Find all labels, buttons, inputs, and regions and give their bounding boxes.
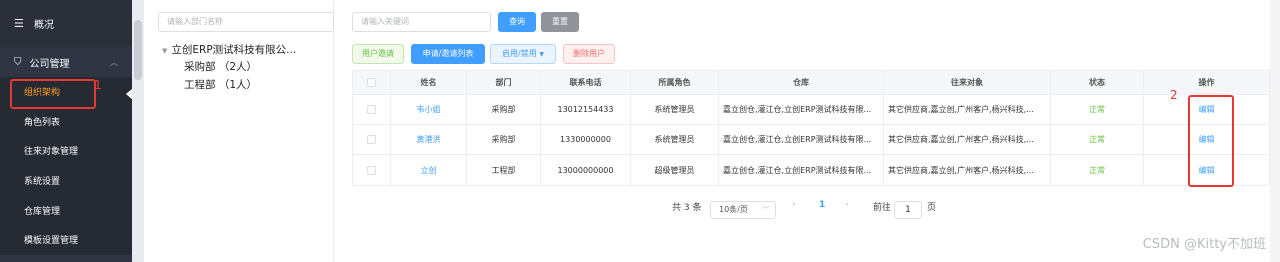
cell-name-link[interactable]: 立创 xyxy=(391,155,467,185)
cell-role: 系统管理员 xyxy=(631,95,719,124)
cell-name-link[interactable]: 黄港洪 xyxy=(391,125,467,154)
sidebar-item-warehouse[interactable]: 仓库管理 xyxy=(0,195,132,225)
tree-node-root[interactable]: ▼ 立创ERP测试科技有限公... xyxy=(162,42,296,57)
cell-partner: 其它供应商,嘉立创,广州客户,杨兴科技,... xyxy=(884,95,1051,124)
row-checkbox[interactable] xyxy=(367,105,376,114)
table-row: 立创 工程部 13000000000 超级管理员 嘉立创仓,灌江仓,立创ERP测… xyxy=(353,155,1269,185)
sidebar-item-label: 角色列表 xyxy=(24,117,61,128)
row-select-cell[interactable] xyxy=(353,95,391,124)
table-row: 韦小姐 采购部 13012154433 系统管理员 嘉立创仓,灌江仓,立创ERP… xyxy=(353,95,1269,125)
goto-suffix: 页 xyxy=(927,203,937,213)
caret-down-icon: ▼ xyxy=(539,51,544,58)
watermark: CSDN @Kitty不加班 xyxy=(1142,237,1266,252)
enable-disable-dropdown[interactable]: 启用/禁用 ▼ xyxy=(490,44,556,64)
sidebar-item-partners[interactable]: 往来对象管理 xyxy=(0,136,132,166)
sidebar-item-overview[interactable]: ☰ 概况 xyxy=(0,0,132,47)
header-name: 姓名 xyxy=(391,71,467,94)
main-content: 请输入部门名称 ▼ 立创ERP测试科技有限公... 采购部 （2人） 工程部 （1… xyxy=(144,0,1280,262)
department-search-input[interactable]: 请输入部门名称 xyxy=(158,12,334,32)
cell-warehouse: 嘉立创仓,灌江仓,立创ERP测试科技有限... xyxy=(719,155,884,185)
caret-down-icon: ▼ xyxy=(162,47,168,55)
group-label: 公司管理 xyxy=(29,58,70,70)
sidebar-group-company[interactable]: ⛉ 公司管理 ︿ xyxy=(0,47,132,77)
department-tree-panel: 请输入部门名称 ▼ 立创ERP测试科技有限公... 采购部 （2人） 工程部 （1… xyxy=(144,0,334,262)
cell-partner: 其它供应商,嘉立创,广州客户,杨兴科技,... xyxy=(884,155,1051,185)
prev-page-icon[interactable]: ‹ xyxy=(792,200,796,210)
table-header-row: 姓名 部门 联系电话 所属角色 仓库 往来对象 状态 操作 xyxy=(353,71,1269,95)
cell-status: 正常 xyxy=(1051,155,1144,185)
chevron-up-icon: ︿ xyxy=(110,57,118,67)
cell-phone: 13012154433 xyxy=(541,95,631,124)
cell-phone: 13000000000 xyxy=(541,155,631,185)
sidebar-item-label: 往来对象管理 xyxy=(24,147,79,158)
select-all-checkbox[interactable] xyxy=(367,78,376,87)
cell-dept: 采购部 xyxy=(467,125,541,154)
header-partner: 往来对象 xyxy=(884,71,1051,94)
cell-name-link[interactable]: 韦小姐 xyxy=(391,95,467,124)
annotation-box-1 xyxy=(10,79,96,109)
header-phone: 联系电话 xyxy=(541,71,631,94)
annotation-number-1: 1 xyxy=(94,78,102,92)
shield-icon: ⛉ xyxy=(14,56,22,68)
cell-partner: 其它供应商,嘉立创,广州客户,杨兴科技,... xyxy=(884,125,1051,154)
goto-page-input[interactable]: 1 xyxy=(894,201,922,219)
reset-button[interactable]: 重置 xyxy=(541,12,579,32)
sidebar-item-roles[interactable]: 角色列表 xyxy=(0,106,132,137)
row-checkbox[interactable] xyxy=(367,135,376,144)
overview-label: 概况 xyxy=(34,20,54,31)
apply-invite-list-button[interactable]: 申请/邀请列表 xyxy=(411,44,485,64)
next-page-icon[interactable]: › xyxy=(845,200,849,210)
sidebar-item-label: 仓库管理 xyxy=(24,206,61,217)
page-number-current[interactable]: 1 xyxy=(819,200,825,210)
tree-root-label: 立创ERP测试科技有限公... xyxy=(171,44,297,56)
cell-role: 系统管理员 xyxy=(631,125,719,154)
tree-node-purchase[interactable]: 采购部 （2人） xyxy=(184,59,257,74)
cell-status: 正常 xyxy=(1051,125,1144,154)
app: ☰ 概况 ⛉ 公司管理 ︿ 组织架构 角色列表 往来对象管理 系统设置 仓库管理… xyxy=(0,0,1280,262)
menu-list-icon: ☰ xyxy=(14,17,24,30)
enable-label: 启用/禁用 xyxy=(502,49,537,58)
cell-warehouse: 嘉立创仓,灌江仓,立创ERP测试科技有限... xyxy=(719,95,884,124)
scroll-thumb[interactable] xyxy=(134,20,142,80)
goto-prefix: 前往 xyxy=(873,203,892,213)
sidebar-item-label: 模板设置管理 xyxy=(24,236,79,247)
annotation-box-2 xyxy=(1188,95,1234,187)
page-size-select[interactable]: 10条/页 ﹀ xyxy=(710,201,776,219)
invite-user-button[interactable]: 用户邀请 xyxy=(352,44,404,64)
select-all-cell[interactable] xyxy=(353,71,391,94)
cell-status: 正常 xyxy=(1051,95,1144,124)
row-checkbox[interactable] xyxy=(367,165,376,175)
chevron-down-icon: ﹀ xyxy=(762,206,769,214)
page-size-value: 10条/页 xyxy=(719,205,748,214)
cell-role: 超级管理员 xyxy=(631,155,719,185)
row-select-cell[interactable] xyxy=(353,125,391,154)
row-select-cell[interactable] xyxy=(353,155,391,185)
cell-warehouse: 嘉立创仓,灌江仓,立创ERP测试科技有限... xyxy=(719,125,884,154)
user-table: 姓名 部门 联系电话 所属角色 仓库 往来对象 状态 操作 韦小姐 采购部 13… xyxy=(352,70,1270,186)
sidebar-scrollbar[interactable] xyxy=(132,0,144,262)
page-scrollbar[interactable] xyxy=(1270,0,1280,262)
sidebar-item-templates[interactable]: 模板设置管理 xyxy=(0,224,132,255)
keyword-search-input[interactable]: 请输入关键词 xyxy=(352,12,491,32)
annotation-number-2: 2 xyxy=(1170,88,1178,102)
delete-user-button[interactable]: 删除用户 xyxy=(563,44,615,64)
sidebar-item-settings[interactable]: 系统设置 xyxy=(0,165,132,196)
search-button[interactable]: 查询 xyxy=(498,12,536,32)
header-warehouse: 仓库 xyxy=(719,71,884,94)
pagination-total: 共 3 条 xyxy=(672,203,702,213)
cell-dept: 采购部 xyxy=(467,95,541,124)
cell-dept: 工程部 xyxy=(467,155,541,185)
table-row: 黄港洪 采购部 1330000000 系统管理员 嘉立创仓,灌江仓,立创ERP测… xyxy=(353,125,1269,155)
header-actions: 操作 xyxy=(1198,78,1215,87)
tree-node-engineering[interactable]: 工程部 （1人） xyxy=(184,77,257,92)
cell-phone: 1330000000 xyxy=(541,125,631,154)
header-role: 所属角色 xyxy=(631,71,719,94)
header-status: 状态 xyxy=(1051,71,1144,94)
header-dept: 部门 xyxy=(467,71,541,94)
sidebar: ☰ 概况 ⛉ 公司管理 ︿ 组织架构 角色列表 往来对象管理 系统设置 仓库管理… xyxy=(0,0,132,262)
sidebar-item-label: 系统设置 xyxy=(24,177,61,188)
